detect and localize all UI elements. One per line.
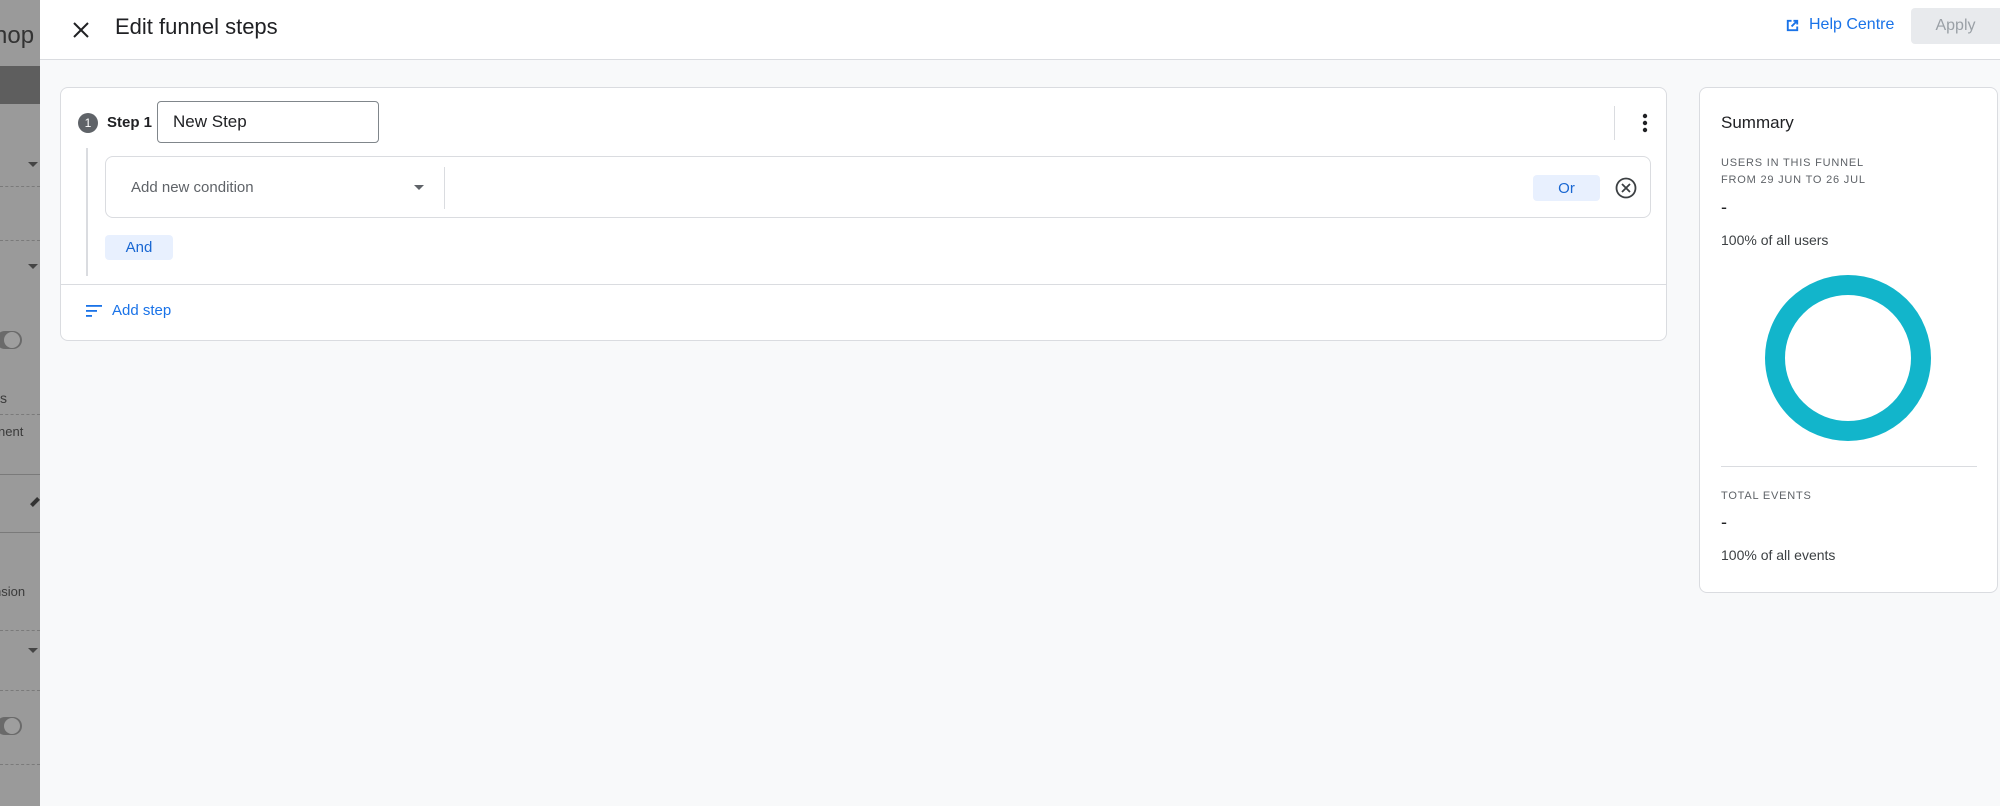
caret-down-icon: [414, 185, 424, 190]
summary-divider: [1721, 466, 1977, 467]
background-divider: [0, 414, 40, 415]
step-number-badge: 1: [78, 113, 98, 133]
condition-select[interactable]: Add new condition: [107, 158, 437, 216]
or-button[interactable]: Or: [1533, 175, 1600, 201]
help-centre-label: Help Centre: [1809, 16, 1895, 33]
background-page: hop s nent nsion: [0, 0, 40, 806]
add-step-label: Add step: [112, 302, 172, 319]
edit-funnel-panel: Edit funnel steps Help Centre Apply 1 St…: [40, 0, 2000, 806]
events-percent: 100% of all events: [1721, 547, 1836, 563]
cancel-circle-icon: [1615, 177, 1637, 199]
and-button[interactable]: And: [105, 235, 173, 260]
summary-title: Summary: [1721, 113, 1794, 132]
condition-divider: [444, 167, 445, 209]
background-bar: [0, 66, 40, 104]
background-title-fragment: hop: [0, 22, 35, 49]
users-caption-line1: USERS IN THIS FUNNEL: [1721, 157, 1864, 169]
events-value: -: [1721, 512, 1727, 532]
background-divider: [0, 690, 40, 691]
background-divider: [0, 532, 40, 533]
apply-button[interactable]: Apply: [1911, 8, 2000, 44]
background-divider: [0, 764, 40, 765]
condition-row: Add new condition Or: [105, 156, 1651, 218]
page-title: Edit funnel steps: [115, 14, 278, 39]
background-text: nent: [0, 424, 24, 439]
funnel-steps-card: 1 Step 1 Add new condition Or: [60, 87, 1667, 341]
summary-card: Summary USERS IN THIS FUNNEL FROM 29 JUN…: [1699, 87, 1998, 593]
open-in-new-icon: [1786, 19, 1799, 31]
background-divider: [0, 474, 40, 475]
donut-ring: [1765, 275, 1931, 441]
background-toggle-icon: [0, 717, 22, 735]
step-name-input[interactable]: [157, 101, 379, 143]
background-pencil-icon: [30, 497, 40, 507]
users-percent: 100% of all users: [1721, 232, 1829, 248]
background-divider: [0, 630, 40, 631]
step-more-button[interactable]: [1628, 106, 1662, 140]
card-divider: [61, 284, 1666, 285]
more-vertical-icon: [1642, 113, 1648, 133]
help-centre-link[interactable]: Help Centre: [1784, 16, 1894, 34]
users-value: -: [1721, 197, 1727, 217]
background-text: nsion: [0, 584, 26, 599]
condition-placeholder: Add new condition: [131, 178, 254, 196]
close-icon: [73, 22, 89, 38]
background-divider: [0, 186, 40, 187]
step-rail: [86, 148, 88, 276]
step-label: Step 1: [107, 114, 153, 131]
background-text: s: [0, 390, 7, 406]
users-donut-chart: [1765, 275, 1931, 441]
add-step-button[interactable]: Add step: [86, 302, 171, 319]
panel-header: Edit funnel steps Help Centre Apply: [40, 0, 2000, 60]
background-caret-icon: [28, 162, 38, 167]
background-divider: [0, 240, 40, 241]
close-button[interactable]: [64, 13, 98, 47]
users-caption-line2: FROM 29 JUN TO 26 JUL: [1721, 174, 1866, 186]
events-caption: TOTAL EVENTS: [1721, 490, 1812, 502]
remove-condition-button[interactable]: [1612, 174, 1640, 202]
background-caret-icon: [28, 648, 38, 653]
background-caret-icon: [28, 264, 38, 269]
sort-lines-icon: [86, 304, 102, 317]
background-toggle-icon: [0, 331, 22, 349]
header-divider: [1614, 106, 1615, 140]
